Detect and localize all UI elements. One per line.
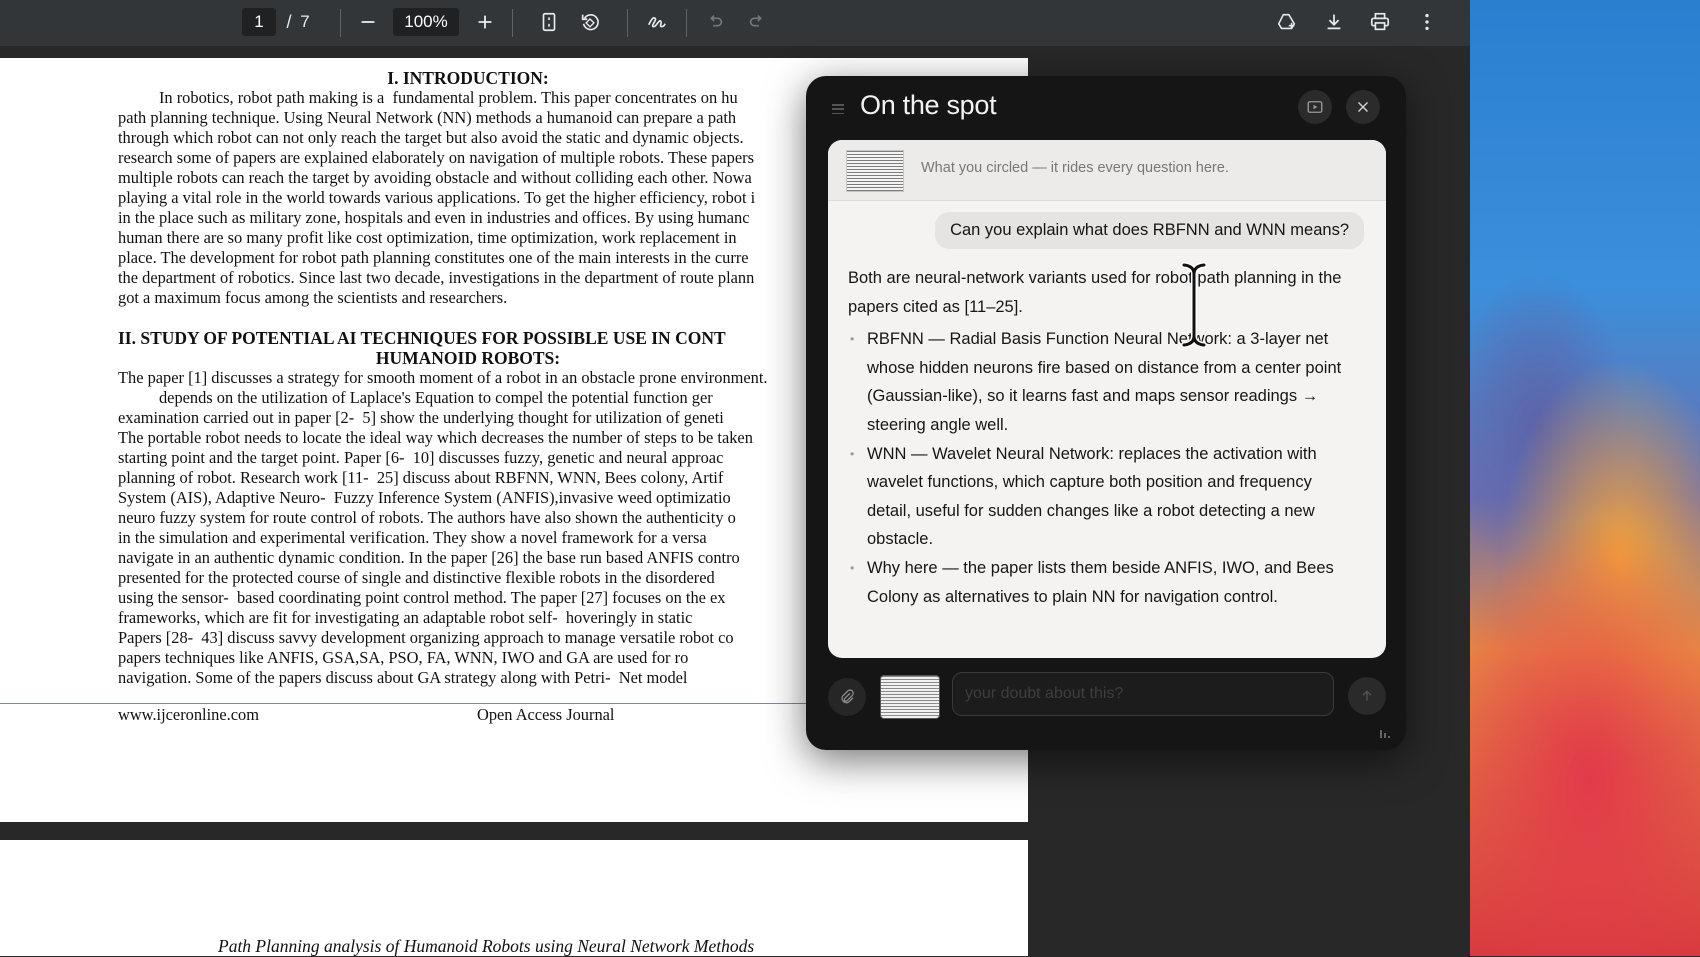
answer-bullet: Why here — the paper lists them beside A… [848, 554, 1348, 611]
add-to-drive-button[interactable] [1271, 6, 1303, 38]
zoom-in-button[interactable] [469, 6, 501, 38]
resize-handle-icon[interactable] [1378, 726, 1392, 740]
text-line: Papers [28- 43] discuss savvy developmen… [118, 628, 734, 647]
text-line: the department of robotics. Since last t… [118, 268, 755, 287]
text-line: System (AIS), Adaptive Neuro- Fuzzy Infe… [118, 488, 731, 507]
download-button[interactable] [1318, 6, 1350, 38]
toolbar-divider [627, 9, 628, 37]
desktop-wallpaper [1470, 0, 1700, 956]
picture-in-picture-button[interactable] [1298, 90, 1332, 124]
page-text: I. INTRODUCTION: In robotics, robot path… [118, 68, 818, 688]
text-line: using the sensor- based coordinating poi… [118, 588, 726, 607]
text-line: The paper [1] discusses a strategy for s… [118, 368, 768, 387]
print-icon [1370, 12, 1390, 31]
total-pages: 7 [300, 12, 310, 31]
answer-bullet: RBFNN — Radial Basis Function Neural Net… [848, 325, 1348, 439]
answer-bullet: WNN — Wavelet Neural Network: replaces t… [848, 440, 1348, 554]
redo-icon [749, 14, 762, 27]
text-line: In robotics, robot path making is a fund… [118, 88, 738, 107]
minus-icon [361, 21, 375, 23]
text-line: depends on the utilization of Laplace's … [118, 388, 713, 407]
pdf-toolbar: 1 / 7 100% [0, 0, 1470, 46]
download-icon [1327, 14, 1341, 30]
text-line: The portable robot needs to locate the i… [118, 428, 753, 447]
pdf-page-2: Path Planning analysis of Humanoid Robot… [0, 840, 1028, 956]
footer-journal: Open Access Journal [477, 705, 615, 724]
user-message: Can you explain what does RBFNN and WNN … [935, 212, 1364, 249]
arrow-up-icon [1362, 690, 1372, 701]
add-to-drive-icon [1277, 13, 1296, 30]
toolbar-divider [512, 9, 513, 37]
undo-button[interactable] [699, 6, 731, 38]
text-line: navigate in an authentic dynamic conditi… [118, 548, 740, 567]
draw-icon [648, 16, 666, 28]
picture-in-picture-icon [1307, 101, 1323, 113]
paperclip-icon [841, 689, 854, 704]
fit-page-icon [542, 12, 556, 32]
drag-handle-icon[interactable] [832, 104, 844, 114]
assistant-answer: Both are neural-network variants used fo… [848, 264, 1348, 611]
doubt-input[interactable] [952, 672, 1334, 716]
introduction-paragraph: In robotics, robot path making is a fund… [118, 88, 818, 308]
text-line: papers techniques like ANFIS, GSA,SA, PS… [118, 648, 689, 667]
toolbar-divider [686, 9, 687, 37]
text-line: human there are so many profit like cost… [118, 228, 737, 247]
undo-icon [710, 14, 723, 27]
close-panel-button[interactable] [1346, 90, 1380, 124]
text-line: navigation. Some of the papers discuss a… [118, 668, 688, 687]
attached-snippet-thumbnail[interactable] [880, 675, 940, 719]
more-options-button[interactable] [1411, 6, 1443, 38]
question-input-row [828, 672, 1388, 722]
text-line: neuro fuzzy system for route control of … [118, 508, 736, 527]
answer-intro: Both are neural-network variants used fo… [848, 269, 1342, 316]
text-line: multiple robots can reach the target by … [118, 168, 752, 187]
print-button[interactable] [1364, 6, 1396, 38]
circled-context-row: What you circled — it rides every questi… [828, 140, 1386, 201]
close-icon [1357, 101, 1369, 113]
zoom-out-button[interactable] [352, 6, 384, 38]
redo-button[interactable] [741, 6, 773, 38]
send-button[interactable] [1348, 677, 1386, 715]
rotate-button[interactable] [574, 6, 606, 38]
text-line: in the simulation and experimental verif… [118, 528, 707, 547]
text-line: through which robot can not only reach t… [118, 128, 744, 147]
section-heading-study: II. STUDY OF POTENTIAL AI TECHNIQUES FOR… [118, 328, 726, 348]
section-heading-study-line2: HUMANOID ROBOTS: [375, 348, 561, 368]
on-the-spot-panel: On the spot What you circled — it rides … [806, 76, 1406, 750]
attach-button[interactable] [828, 678, 866, 716]
text-line: research some of papers are explained el… [118, 148, 754, 167]
text-line: planning of robot. Research work [11- 25… [118, 468, 724, 487]
chat-card: What you circled — it rides every questi… [828, 140, 1386, 658]
fit-page-button[interactable] [533, 6, 565, 38]
text-line: path planning technique. Using Neural Ne… [118, 108, 737, 127]
zoom-level-input[interactable]: 100% [393, 8, 459, 36]
text-line: in the place such as military zone, hosp… [118, 208, 750, 227]
context-caption: What you circled — it rides every questi… [921, 160, 1229, 176]
current-page-input[interactable]: 1 [242, 8, 276, 36]
footer-website: www.ijceronline.com [118, 705, 259, 724]
text-line: presented for the protected course of si… [118, 568, 715, 587]
footer-divider [0, 703, 812, 704]
draw-button[interactable] [641, 6, 673, 38]
panel-title: On the spot [860, 90, 997, 120]
plus-icon [478, 15, 492, 29]
text-line: playing a vital role in the world toward… [118, 188, 756, 207]
text-line: starting point and the target point. Pap… [118, 448, 724, 467]
toolbar-divider [340, 9, 341, 37]
more-icon [1425, 13, 1429, 31]
rotate-icon [581, 14, 599, 31]
section-heading-introduction: I. INTRODUCTION: [387, 68, 549, 88]
answer-bullet-list: RBFNN — Radial Basis Function Neural Net… [848, 325, 1348, 611]
text-line: examination carried out in paper [2- 5] … [118, 408, 724, 427]
circled-region-thumbnail[interactable] [846, 150, 904, 192]
text-line: place. The development for robot path pl… [118, 248, 749, 267]
text-line: frameworks, which are fit for investigat… [118, 608, 693, 627]
text-line: got a maximum focus among the scientists… [118, 288, 508, 307]
page-header-title: Path Planning analysis of Humanoid Robot… [218, 936, 755, 956]
study-paragraph: The paper [1] discusses a strategy for s… [118, 368, 818, 688]
